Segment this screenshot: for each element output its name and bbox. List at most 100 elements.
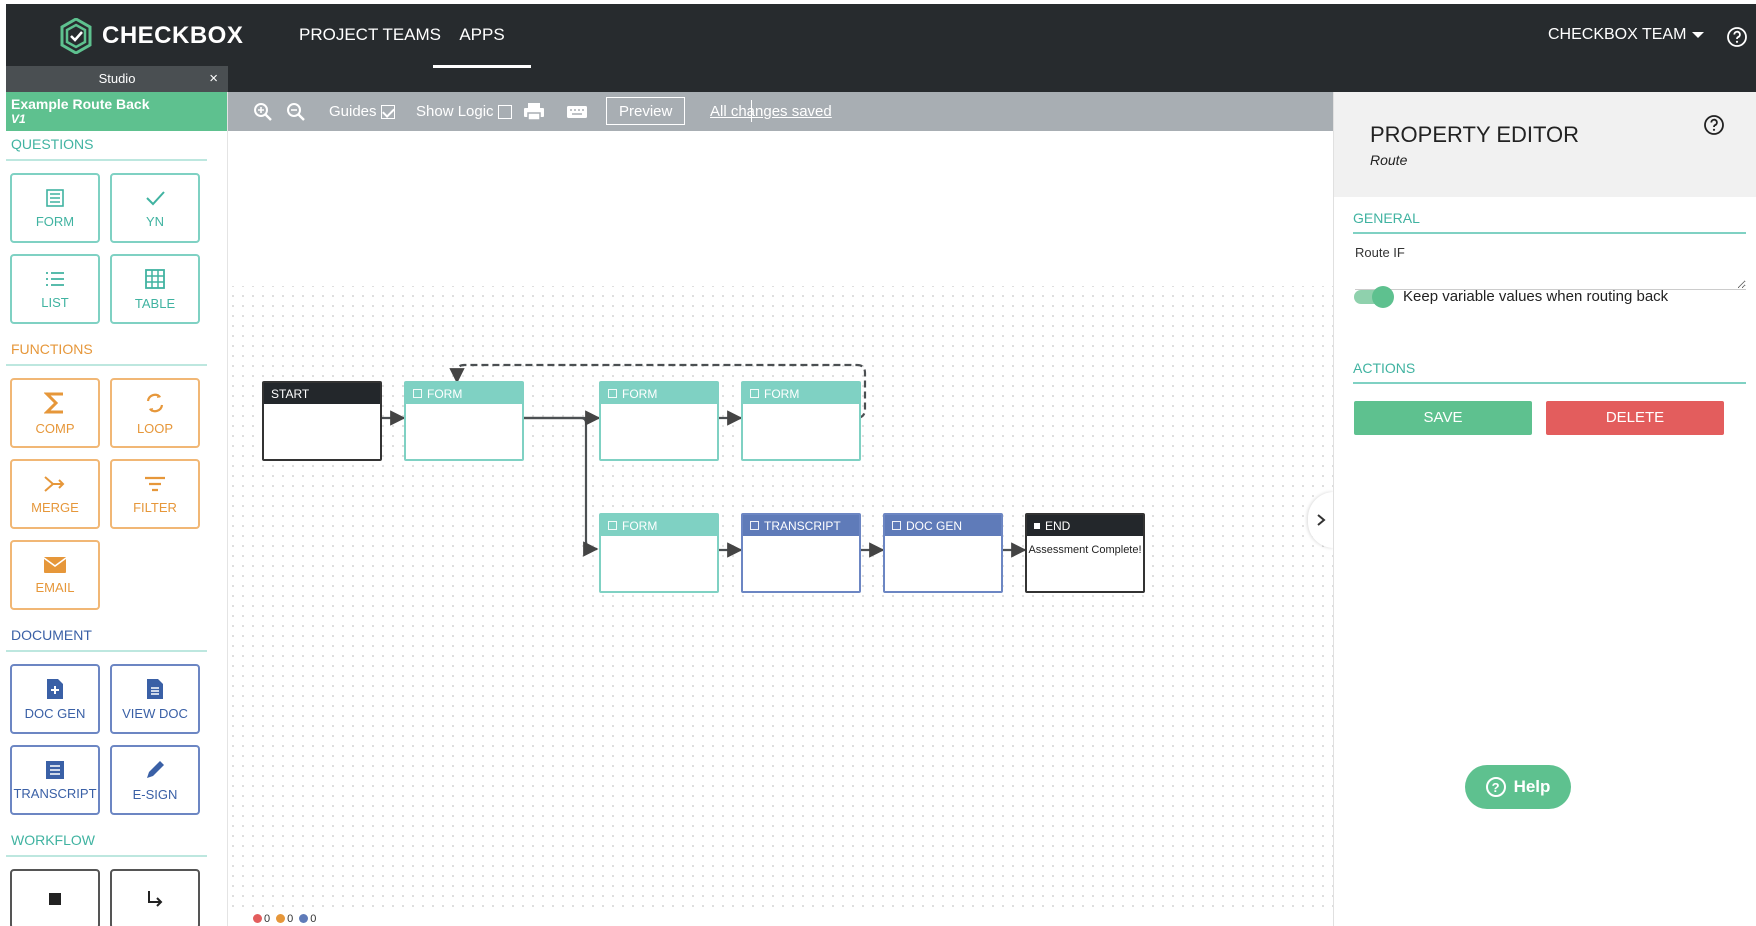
- error-count-value: 0: [264, 912, 271, 925]
- chevron-right-icon: [1317, 514, 1326, 526]
- preview-button[interactable]: Preview: [606, 97, 686, 125]
- warning-count[interactable]: 0: [276, 911, 293, 926]
- palette-table-tile[interactable]: TABLE: [110, 254, 200, 324]
- brand-name: CHECKBOX: [102, 22, 244, 49]
- doc-add-icon: [892, 521, 901, 530]
- component-palette: Example Route Back V1 QUESTIONS FORM YN …: [6, 92, 228, 926]
- flow-canvas[interactable]: START FORM FORM FORM FORM TRANSCRIPT DOC…: [228, 131, 1333, 911]
- show-logic-label: Show Logic: [416, 103, 494, 120]
- help-circle-icon[interactable]: [1726, 26, 1748, 48]
- question-icon: ?: [1485, 777, 1506, 797]
- help-circle-icon[interactable]: [1703, 114, 1725, 136]
- document-section-title: DOCUMENT: [6, 622, 207, 652]
- palette-merge-tile[interactable]: MERGE: [10, 459, 100, 529]
- validation-status-bar: 0 0 0: [228, 911, 1333, 926]
- palette-doc-gen-tile[interactable]: DOC GEN: [10, 664, 100, 734]
- node-header: FORM: [406, 383, 522, 404]
- info-count-value: 0: [310, 912, 317, 925]
- end-node-message: Assessment Complete!: [1028, 544, 1142, 556]
- palette-end-tile[interactable]: [10, 869, 100, 926]
- keyboard-icon: [567, 105, 587, 118]
- form-icon: [750, 389, 759, 398]
- route-arrow-icon: [148, 891, 163, 907]
- flow-node-transcript[interactable]: TRANSCRIPT: [741, 513, 861, 593]
- node-title: DOC GEN: [906, 518, 963, 533]
- node-title: FORM: [764, 386, 800, 401]
- zoom-in-button[interactable]: [253, 92, 273, 131]
- form-icon: [46, 188, 64, 207]
- zoom-out-button[interactable]: [286, 92, 306, 131]
- palette-route-tile[interactable]: [110, 869, 200, 926]
- flow-node-end[interactable]: END Assessment Complete!: [1025, 513, 1145, 593]
- info-count[interactable]: 0: [299, 911, 316, 926]
- palette-list-tile[interactable]: LIST: [10, 254, 100, 324]
- general-section-title: GENERAL: [1353, 206, 1746, 234]
- palette-e-sign-tile[interactable]: E-SIGN: [110, 745, 200, 815]
- warning-icon: [276, 914, 286, 923]
- palette-yn-tile[interactable]: YN: [110, 173, 200, 243]
- palette-loop-tile[interactable]: LOOP: [110, 378, 200, 448]
- show-logic-toggle[interactable]: Show Logic: [416, 92, 512, 131]
- stop-square-icon: [1034, 522, 1040, 529]
- guides-label: Guides: [329, 103, 377, 120]
- loop-icon: [146, 393, 164, 412]
- studio-tab[interactable]: Studio ×: [6, 66, 228, 92]
- guides-toggle[interactable]: Guides: [329, 92, 395, 131]
- guides-checkbox[interactable]: [380, 104, 395, 119]
- nav-tab-apps[interactable]: APPS: [433, 4, 531, 68]
- warning-count-value: 0: [287, 912, 294, 925]
- node-header: START: [264, 383, 380, 404]
- route-if-input[interactable]: [1355, 262, 1746, 290]
- show-logic-checkbox[interactable]: [497, 104, 512, 119]
- palette-comp-label: COMP: [35, 420, 75, 436]
- sigma-icon: [44, 392, 63, 413]
- palette-email-tile[interactable]: EMAIL: [10, 540, 100, 610]
- print-button[interactable]: [523, 92, 545, 131]
- flow-node-doc-gen[interactable]: DOC GEN: [883, 513, 1003, 593]
- save-status-link[interactable]: All changes saved: [710, 92, 832, 131]
- canvas-top-area: [228, 131, 1333, 286]
- node-header: FORM: [743, 383, 859, 404]
- flow-node-form[interactable]: FORM: [404, 381, 524, 461]
- help-button[interactable]: ? Help: [1465, 765, 1571, 809]
- palette-e-sign-label: E-SIGN: [132, 786, 178, 802]
- node-header: FORM: [601, 383, 717, 404]
- nav-tab-project-teams[interactable]: PROJECT TEAMS: [299, 4, 441, 66]
- actions-section-title: ACTIONS: [1353, 356, 1746, 384]
- node-title: FORM: [427, 386, 463, 401]
- stop-square-icon: [49, 893, 61, 905]
- palette-transcript-tile[interactable]: TRANSCRIPT: [10, 745, 100, 815]
- error-count[interactable]: 0: [253, 911, 270, 926]
- flow-node-form[interactable]: FORM: [599, 513, 719, 593]
- flow-node-start[interactable]: START: [262, 381, 382, 461]
- palette-list-label: LIST: [41, 294, 69, 310]
- close-icon[interactable]: ×: [209, 66, 218, 92]
- save-button[interactable]: SAVE: [1354, 401, 1532, 435]
- palette-table-label: TABLE: [134, 295, 176, 311]
- property-editor-title: PROPERTY EDITOR: [1370, 122, 1580, 147]
- top-navbar: CHECKBOX PROJECT TEAMS APPS CHECKBOX TEA…: [6, 4, 1756, 92]
- keep-values-toggle[interactable]: [1354, 286, 1394, 308]
- app-title-banner: Example Route Back V1: [6, 92, 227, 131]
- workflow-grid: [6, 857, 227, 926]
- flow-node-form[interactable]: FORM: [741, 381, 861, 461]
- keyboard-shortcuts-button[interactable]: [566, 92, 588, 131]
- help-label: Help: [1513, 777, 1551, 796]
- node-title: START: [271, 386, 310, 401]
- delete-button[interactable]: DELETE: [1546, 401, 1724, 435]
- team-menu-label: CHECKBOX TEAM: [1548, 26, 1687, 43]
- palette-view-doc-tile[interactable]: VIEW DOC: [110, 664, 200, 734]
- table-icon: [145, 268, 165, 289]
- checkbox-logo[interactable]: CHECKBOX: [60, 18, 243, 54]
- flow-node-form[interactable]: FORM: [599, 381, 719, 461]
- filter-icon: [145, 476, 165, 491]
- form-icon: [413, 389, 422, 398]
- palette-comp-tile[interactable]: COMP: [10, 378, 100, 448]
- functions-grid: COMP LOOP MERGE FILTER EMAIL: [6, 366, 227, 622]
- team-menu[interactable]: CHECKBOX TEAM: [1548, 4, 1705, 66]
- palette-form-tile[interactable]: FORM: [10, 173, 100, 243]
- palette-merge-label: MERGE: [31, 499, 79, 515]
- palette-filter-tile[interactable]: FILTER: [110, 459, 200, 529]
- node-title: TRANSCRIPT: [764, 518, 841, 533]
- checkbox-logo-icon: [60, 18, 92, 54]
